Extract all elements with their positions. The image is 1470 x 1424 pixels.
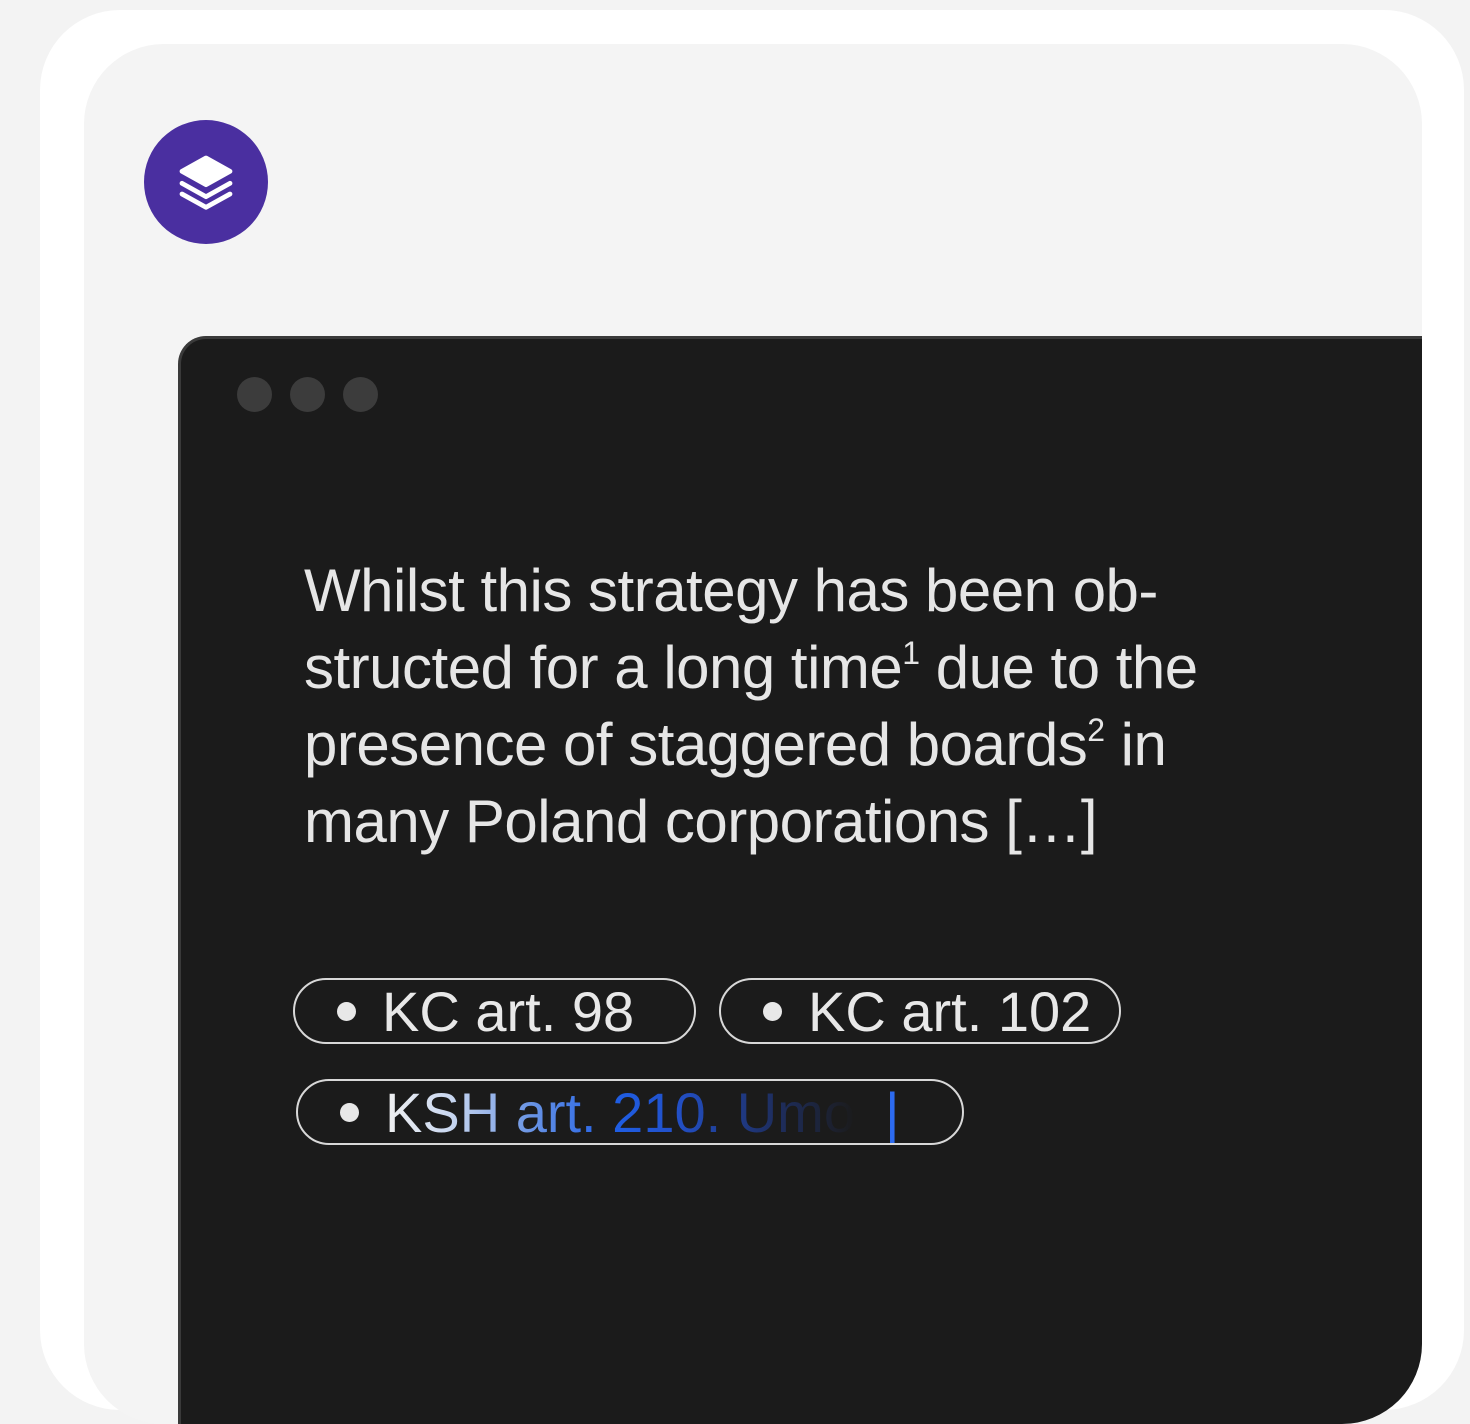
citation-label: KC art. 98 — [382, 979, 635, 1043]
window-minimize-dot[interactable] — [290, 377, 325, 412]
bullet-icon — [340, 1102, 359, 1122]
footnote-1[interactable]: 1 — [902, 635, 920, 671]
text-caret: | — [884, 1080, 900, 1144]
layers-icon — [179, 155, 233, 210]
card: Whilst this strategy has been ob-structe… — [84, 44, 1422, 1424]
citation-label: KC art. 102 — [808, 979, 1092, 1043]
citation-pill-kc-102[interactable]: KC art. 102 — [719, 978, 1121, 1044]
citation-pill-ksh-input[interactable]: KSH art. 210. Umo | — [296, 1079, 964, 1145]
window-close-dot[interactable] — [237, 377, 272, 412]
bullet-icon — [337, 1001, 356, 1021]
quote-text: Whilst this strategy has been ob-structe… — [304, 552, 1264, 860]
editor-window: Whilst this strategy has been ob-structe… — [178, 336, 1422, 1424]
bullet-icon — [763, 1001, 782, 1021]
citation-pill-kc-98[interactable]: KC art. 98 — [293, 978, 696, 1044]
footnote-2[interactable]: 2 — [1087, 712, 1105, 748]
app-logo — [144, 120, 268, 244]
window-maximize-dot[interactable] — [343, 377, 378, 412]
window-controls — [237, 377, 378, 412]
citation-typing-text[interactable]: KSH art. 210. Umo — [385, 1081, 855, 1143]
